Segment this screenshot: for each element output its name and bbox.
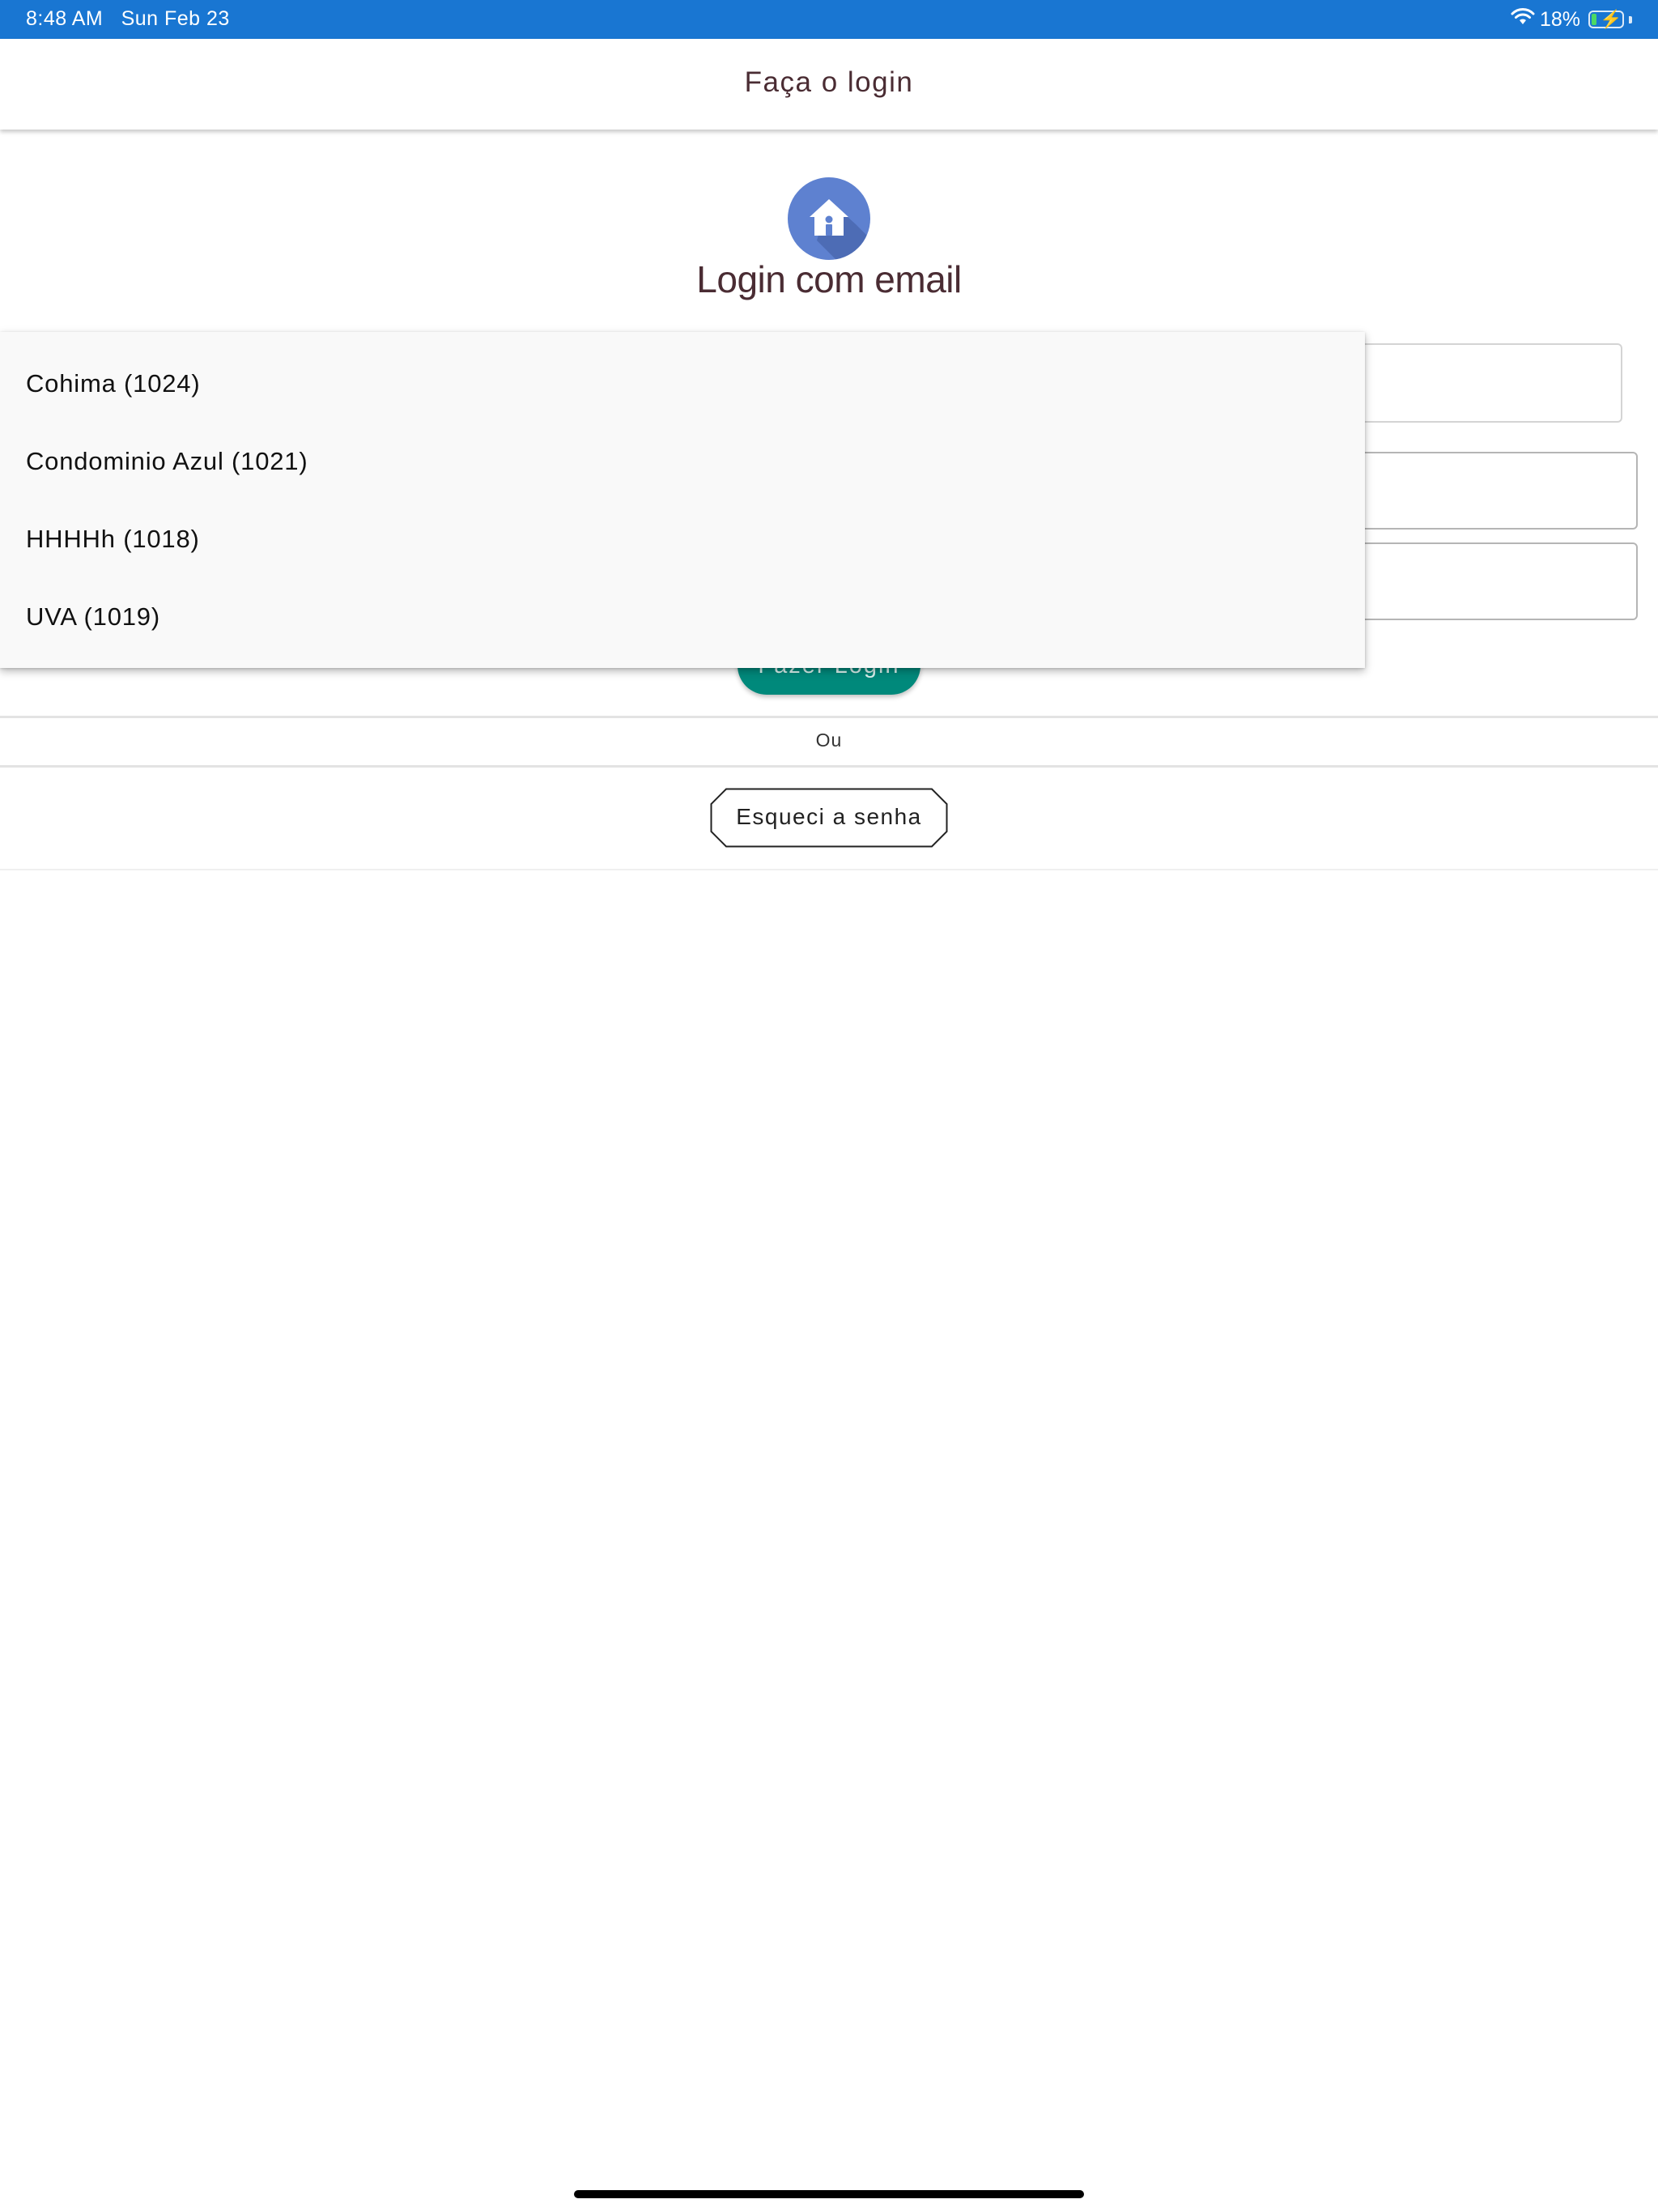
battery-percent: 18% (1539, 7, 1580, 31)
forgot-password-label: Esqueci a senha (736, 804, 922, 829)
dropdown-item[interactable]: Condominio Azul (1021) (0, 423, 1365, 500)
bolt-icon: ⚡ (1600, 9, 1622, 29)
dropdown-item[interactable]: HHHHh (1018) (0, 500, 1365, 578)
status-time: 8:48 AM (26, 7, 104, 30)
status-indicators: 18% ⚡ (1511, 6, 1632, 33)
forgot-password-button[interactable]: Esqueci a senha (710, 788, 948, 848)
home-indicator[interactable] (574, 2190, 1084, 2198)
wifi-icon (1511, 7, 1535, 32)
section-divider (0, 869, 1658, 870)
dropdown-item[interactable]: Cohima (1024) (0, 345, 1365, 423)
app-bar: Faça o login (0, 39, 1658, 130)
battery-charging-icon: ⚡ (1588, 9, 1624, 29)
condominium-dropdown-menu: Cohima (1024) Condominio Azul (1021) HHH… (0, 332, 1365, 668)
divider-text: Ou (815, 730, 843, 751)
dropdown-item[interactable]: UVA (1019) (0, 578, 1365, 656)
house-icon (788, 177, 870, 260)
status-date: Sun Feb 23 (121, 7, 230, 30)
battery-level-fill (1592, 14, 1596, 25)
battery-tip (1629, 15, 1632, 23)
divider-top (0, 716, 1658, 718)
login-heading: Login com email (696, 258, 962, 300)
status-bar: 8:48 AM Sun Feb 23 18% ⚡ (0, 0, 1658, 39)
page-title: Faça o login (744, 66, 914, 98)
status-time-date: 8:48 AM Sun Feb 23 (26, 7, 230, 31)
screen: 8:48 AM Sun Feb 23 18% ⚡ Faça o login Lo… (0, 0, 1658, 2212)
divider-bottom (0, 765, 1658, 768)
